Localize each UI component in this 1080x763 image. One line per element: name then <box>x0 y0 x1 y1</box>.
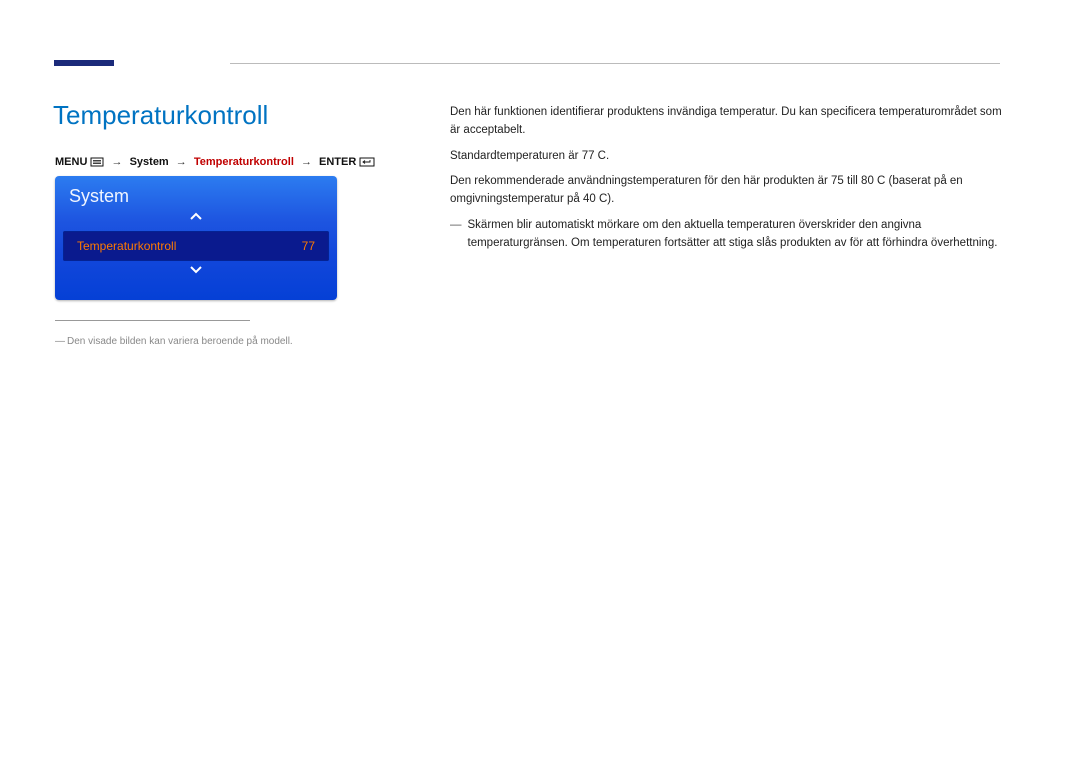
body-paragraph: Den här funktionen identifierar produkte… <box>450 104 1005 140</box>
breadcrumb-menu: MENU <box>55 156 87 168</box>
chevron-up-icon[interactable] <box>55 211 337 227</box>
osd-header: System <box>55 176 337 211</box>
chevron-down-icon[interactable] <box>55 265 337 281</box>
dash-icon: ― <box>450 217 462 253</box>
header-accent-bar <box>54 60 114 66</box>
page-title: Temperaturkontroll <box>53 100 268 131</box>
footnote-rule <box>55 320 250 321</box>
body-note-text: Skärmen blir automatiskt mörkare om den … <box>468 217 1006 253</box>
body-paragraph: Den rekommenderade användningstemperatur… <box>450 173 1005 209</box>
arrow-icon: → <box>112 156 123 168</box>
breadcrumb-item: Temperaturkontroll <box>194 156 294 168</box>
menu-icon <box>90 157 104 167</box>
dash-icon: ― <box>55 336 63 347</box>
osd-row-label: Temperaturkontroll <box>77 239 176 253</box>
header-rule <box>230 63 1000 64</box>
osd-panel: System Temperaturkontroll 77 <box>55 176 337 300</box>
breadcrumb-enter: ENTER <box>319 156 356 168</box>
footnote: ― Den visade bilden kan variera beroende… <box>55 336 293 347</box>
osd-row-value: 77 <box>302 239 315 253</box>
breadcrumb-system: System <box>130 156 169 168</box>
breadcrumb: MENU → System → Temperaturkontroll → ENT… <box>55 156 375 168</box>
body-paragraph: Standardtemperaturen är 77 C. <box>450 148 1005 166</box>
enter-icon <box>359 157 375 167</box>
footnote-text: Den visade bilden kan variera beroende p… <box>67 336 293 347</box>
osd-row-temperature[interactable]: Temperaturkontroll 77 <box>63 231 329 261</box>
body-column: Den här funktionen identifierar produkte… <box>450 104 1005 253</box>
arrow-icon: → <box>301 156 312 168</box>
body-note: ― Skärmen blir automatiskt mörkare om de… <box>450 217 1005 253</box>
arrow-icon: → <box>176 156 187 168</box>
